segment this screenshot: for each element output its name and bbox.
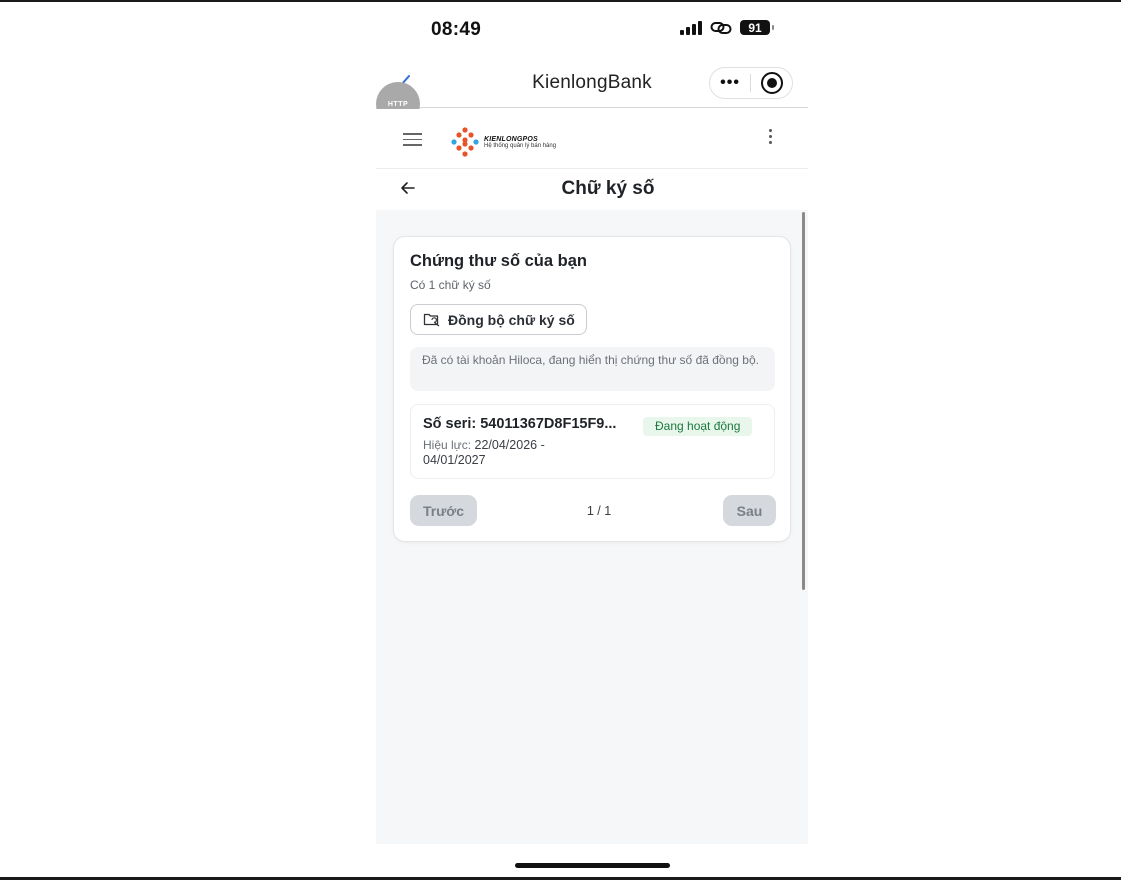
status-indicators: 91 [680,20,774,35]
logo-name: KIENLONGPOS [484,135,538,143]
sync-button-label: Đồng bộ chữ ký số [448,311,575,328]
mini-app-capsule: ••• [709,67,793,99]
page-title: Chữ ký số [561,178,655,199]
sync-signature-button[interactable]: Đồng bộ chữ ký số [410,304,587,335]
battery-icon: 91 [740,20,774,35]
mini-app-navbar: KienlongBank ••• [376,62,808,108]
scrollbar[interactable] [802,212,805,590]
content-area[interactable]: Chứng thư số của bạn Có 1 chữ ký số Đồng… [376,210,808,844]
menu-icon[interactable] [403,133,422,150]
info-notice: Đã có tài khoản Hiloca, đang hiển thị ch… [410,347,775,391]
signal-icon [680,20,702,35]
battery-level: 91 [748,20,762,35]
close-mini-app-button[interactable] [751,71,792,95]
target-icon [760,72,783,94]
folder-sync-icon [423,313,440,327]
more-options-button[interactable]: ••• [710,68,750,98]
certificate-validity: Hiệu lực: 22/04/2026 - 04/01/2027 [423,438,603,468]
app-header: KIENLONGPOS Hệ thống quản lý bán hàng [376,109,808,169]
link-icon [710,21,732,34]
home-indicator[interactable] [515,863,670,868]
page-indicator: 1 / 1 [586,504,612,518]
kebab-menu-icon[interactable] [769,129,775,147]
logo-tagline: Hệ thống quản lý bán hàng [484,142,557,149]
page-header: Chữ ký số [376,170,808,210]
certificate-serial: Số seri: 54011367D8F15F9... [423,416,617,432]
validity-label: Hiệu lực: [423,438,472,452]
certificate-item[interactable]: Số seri: 54011367D8F15F9... Hiệu lực: 22… [410,404,775,479]
status-time: 08:49 [431,19,482,40]
next-page-button[interactable]: Sau [723,495,776,526]
kienlongpos-logo: KIENLONGPOS Hệ thống quản lý bán hàng [450,127,556,157]
phone-screen: 08:49 91 KienlongBank ••• HTTP KIENLONGP… [376,2,808,877]
certificate-card: Chứng thư số của bạn Có 1 chữ ký số Đồng… [393,236,791,542]
status-badge: Đang hoạt động [643,417,753,436]
logo-text: KIENLONGPOS Hệ thống quản lý bán hàng [484,136,556,149]
logo-mark-icon [451,127,479,157]
card-subtitle: Có 1 chữ ký số [410,278,491,292]
prev-page-button[interactable]: Trước [410,495,477,526]
card-title: Chứng thư số của bạn [410,252,587,270]
